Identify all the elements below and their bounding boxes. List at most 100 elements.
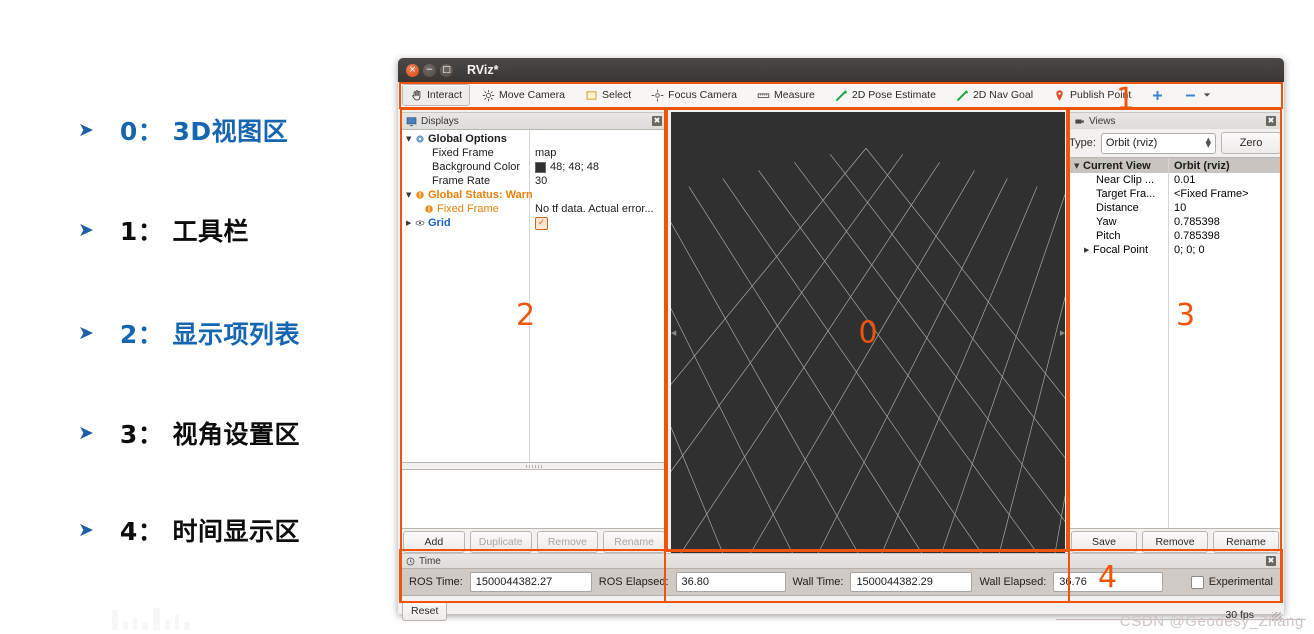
tree-row-status-fixed-frame[interactable]: Fixed Frame No tf data. Actual error... xyxy=(402,202,666,216)
bullet-triangle-icon: ➤ xyxy=(78,321,94,344)
views-panel-header[interactable]: Views ✖ xyxy=(1069,112,1281,129)
views-row-label: Distance xyxy=(1096,202,1139,214)
zero-button[interactable]: Zero xyxy=(1221,132,1281,154)
experimental-label: Experimental xyxy=(1208,576,1273,588)
views-row-value[interactable]: 0.785398 xyxy=(1168,230,1220,242)
tree-row-frame-rate[interactable]: Frame Rate 30 xyxy=(402,174,666,188)
tree-value[interactable]: 30 xyxy=(529,175,547,187)
camera-icon xyxy=(1075,118,1084,124)
viewport-right-handle[interactable]: ▶ xyxy=(1060,322,1065,344)
view-type-value: Orbit (rviz) xyxy=(1105,137,1158,149)
views-row-target-frame[interactable]: Target Fra... <Fixed Frame> xyxy=(1070,187,1280,201)
watermark: CSDN @Geodesy_Zhang xyxy=(1119,613,1304,630)
tool-move-camera[interactable]: Move Camera xyxy=(474,84,573,106)
annotation-item-0: ➤ 0： 3D视图区 xyxy=(78,112,288,148)
experimental-checkbox[interactable] xyxy=(1190,575,1204,589)
color-swatch xyxy=(535,161,546,173)
wall-elapsed-input[interactable]: 36.76 xyxy=(1053,572,1164,592)
hand-icon xyxy=(412,89,421,100)
tool-label: Publish Point xyxy=(1070,89,1132,101)
ground-grid xyxy=(671,148,1065,553)
spinner-icon[interactable]: ▲ ▼ xyxy=(1206,137,1211,149)
time-panel-header[interactable]: Time ✖ xyxy=(401,553,1281,568)
tree-row-global-status[interactable]: ▼ Global Status: Warn xyxy=(402,188,666,202)
views-row-value[interactable]: 0.01 xyxy=(1168,174,1195,186)
expand-arrow-icon[interactable]: ▼ xyxy=(406,135,415,143)
experimental-toggle[interactable]: Experimental xyxy=(1190,575,1273,589)
expand-arrow-icon[interactable]: ▶ xyxy=(1084,246,1093,254)
views-row-value[interactable]: 0.785398 xyxy=(1168,216,1220,228)
tool-publish-point[interactable]: Publish Point xyxy=(1045,84,1139,106)
tree-value-color[interactable]: 48; 48; 48 xyxy=(529,161,599,173)
move-camera-icon xyxy=(482,89,495,101)
tree-row-background-color[interactable]: Background Color 48; 48; 48 xyxy=(402,160,666,174)
tool-label: Interact xyxy=(427,89,463,101)
color-value: 48; 48; 48 xyxy=(550,161,599,173)
views-row-label: Near Clip ... xyxy=(1096,174,1155,186)
wall-time-input[interactable]: 1500044382.29 xyxy=(850,572,973,592)
tool-remove-button[interactable] xyxy=(1176,84,1219,106)
tree-value-checkbox[interactable]: ✓ xyxy=(529,216,548,230)
expand-arrow-icon[interactable]: ▶ xyxy=(406,219,415,227)
views-row-focal-point[interactable]: ▶ Focal Point 0; 0; 0 xyxy=(1070,243,1280,257)
annotation-item-2: ➤ 2： 显示项列表 xyxy=(78,315,300,351)
remove-view-button[interactable]: Remove xyxy=(1142,530,1208,553)
tree-value: No tf data. Actual error... xyxy=(535,203,654,215)
expand-arrow-icon[interactable]: ▼ xyxy=(406,191,415,199)
displays-tree[interactable]: ▼ Global Options Fixed Frame map Backgro… xyxy=(401,129,667,463)
viewport-left-handle[interactable]: ◀ xyxy=(671,322,676,344)
wall-time-label: Wall Time: xyxy=(792,576,844,588)
wall-elapsed-label: Wall Elapsed: xyxy=(979,576,1047,588)
grid-enabled-checkbox[interactable]: ✓ xyxy=(535,216,548,230)
views-row-near-clip[interactable]: Near Clip ... 0.01 xyxy=(1070,173,1280,187)
annotation-item-1: ➤ 1： 工具栏 xyxy=(78,212,249,248)
displays-panel-header[interactable]: Displays ✖ xyxy=(401,112,667,129)
views-tree[interactable]: ▼ Current View Orbit (rviz) Near Clip ..… xyxy=(1069,157,1281,529)
time-close-icon[interactable]: ✖ xyxy=(1266,556,1276,566)
tool-2d-nav-goal[interactable]: 2D Nav Goal xyxy=(948,84,1041,106)
window-maximize-button[interactable]: □ xyxy=(440,63,453,77)
chevron-down-icon[interactable] xyxy=(1203,91,1211,99)
displays-button-row: Add Duplicate Remove Rename xyxy=(401,529,667,553)
views-row-value[interactable]: 10 xyxy=(1168,202,1186,214)
add-display-button[interactable]: Add xyxy=(403,530,465,553)
views-close-icon[interactable]: ✖ xyxy=(1266,116,1276,126)
tool-select[interactable]: Select xyxy=(577,84,639,106)
displays-panel: Displays ✖ ▼ Global Options Fixed Frame … xyxy=(401,112,667,553)
annotation-label: 3： 视角设置区 xyxy=(119,420,301,449)
views-row-yaw[interactable]: Yaw 0.785398 xyxy=(1070,215,1280,229)
time-panel: Time ✖ ROS Time: 1500044382.27 ROS Elaps… xyxy=(398,553,1284,599)
displays-close-icon[interactable]: ✖ xyxy=(652,116,662,126)
tool-2d-pose-estimate[interactable]: 2D Pose Estimate xyxy=(827,84,944,106)
window-close-button[interactable]: × xyxy=(406,63,419,77)
tool-add-button[interactable] xyxy=(1143,84,1172,106)
tool-label: Measure xyxy=(774,89,815,101)
tree-row-fixed-frame[interactable]: Fixed Frame map xyxy=(402,146,666,160)
tool-interact[interactable]: Interact xyxy=(402,84,471,106)
views-row-value[interactable]: <Fixed Frame> xyxy=(1168,188,1249,200)
tree-value[interactable]: map xyxy=(529,147,556,159)
annotation-label: 1： 工具栏 xyxy=(119,217,250,246)
duplicate-display-button[interactable]: Duplicate xyxy=(469,530,532,553)
tool-focus-camera[interactable]: Focus Camera xyxy=(643,84,745,106)
rename-view-button[interactable]: Rename xyxy=(1213,530,1279,553)
rename-display-button[interactable]: Rename xyxy=(603,530,665,553)
reset-button[interactable]: Reset xyxy=(402,601,448,621)
tool-measure[interactable]: Measure xyxy=(749,84,823,106)
ros-time-input[interactable]: 1500044382.27 xyxy=(469,572,592,592)
tree-row-global-options[interactable]: ▼ Global Options xyxy=(402,132,666,146)
remove-display-button[interactable]: Remove xyxy=(536,530,599,553)
view-type-select[interactable]: Orbit (rviz) ▲ ▼ xyxy=(1100,132,1216,154)
views-row-value[interactable]: 0; 0; 0 xyxy=(1168,244,1205,256)
3d-viewport[interactable]: ◀ ▶ 0 xyxy=(671,112,1065,553)
save-view-button[interactable]: Save xyxy=(1071,530,1137,553)
warning-icon xyxy=(425,205,433,213)
views-row-pitch[interactable]: Pitch 0.785398 xyxy=(1070,229,1280,243)
tree-row-grid[interactable]: ▶ Grid ✓ xyxy=(402,216,666,230)
views-row-distance[interactable]: Distance 10 xyxy=(1070,201,1280,215)
window-minimize-button[interactable]: − xyxy=(423,63,436,77)
expand-arrow-icon[interactable]: ▼ xyxy=(1074,162,1083,170)
tool-label: Focus Camera xyxy=(668,89,738,101)
ros-elapsed-input[interactable]: 36.80 xyxy=(675,572,786,592)
window-titlebar[interactable]: × − □ RViz* xyxy=(398,58,1284,82)
